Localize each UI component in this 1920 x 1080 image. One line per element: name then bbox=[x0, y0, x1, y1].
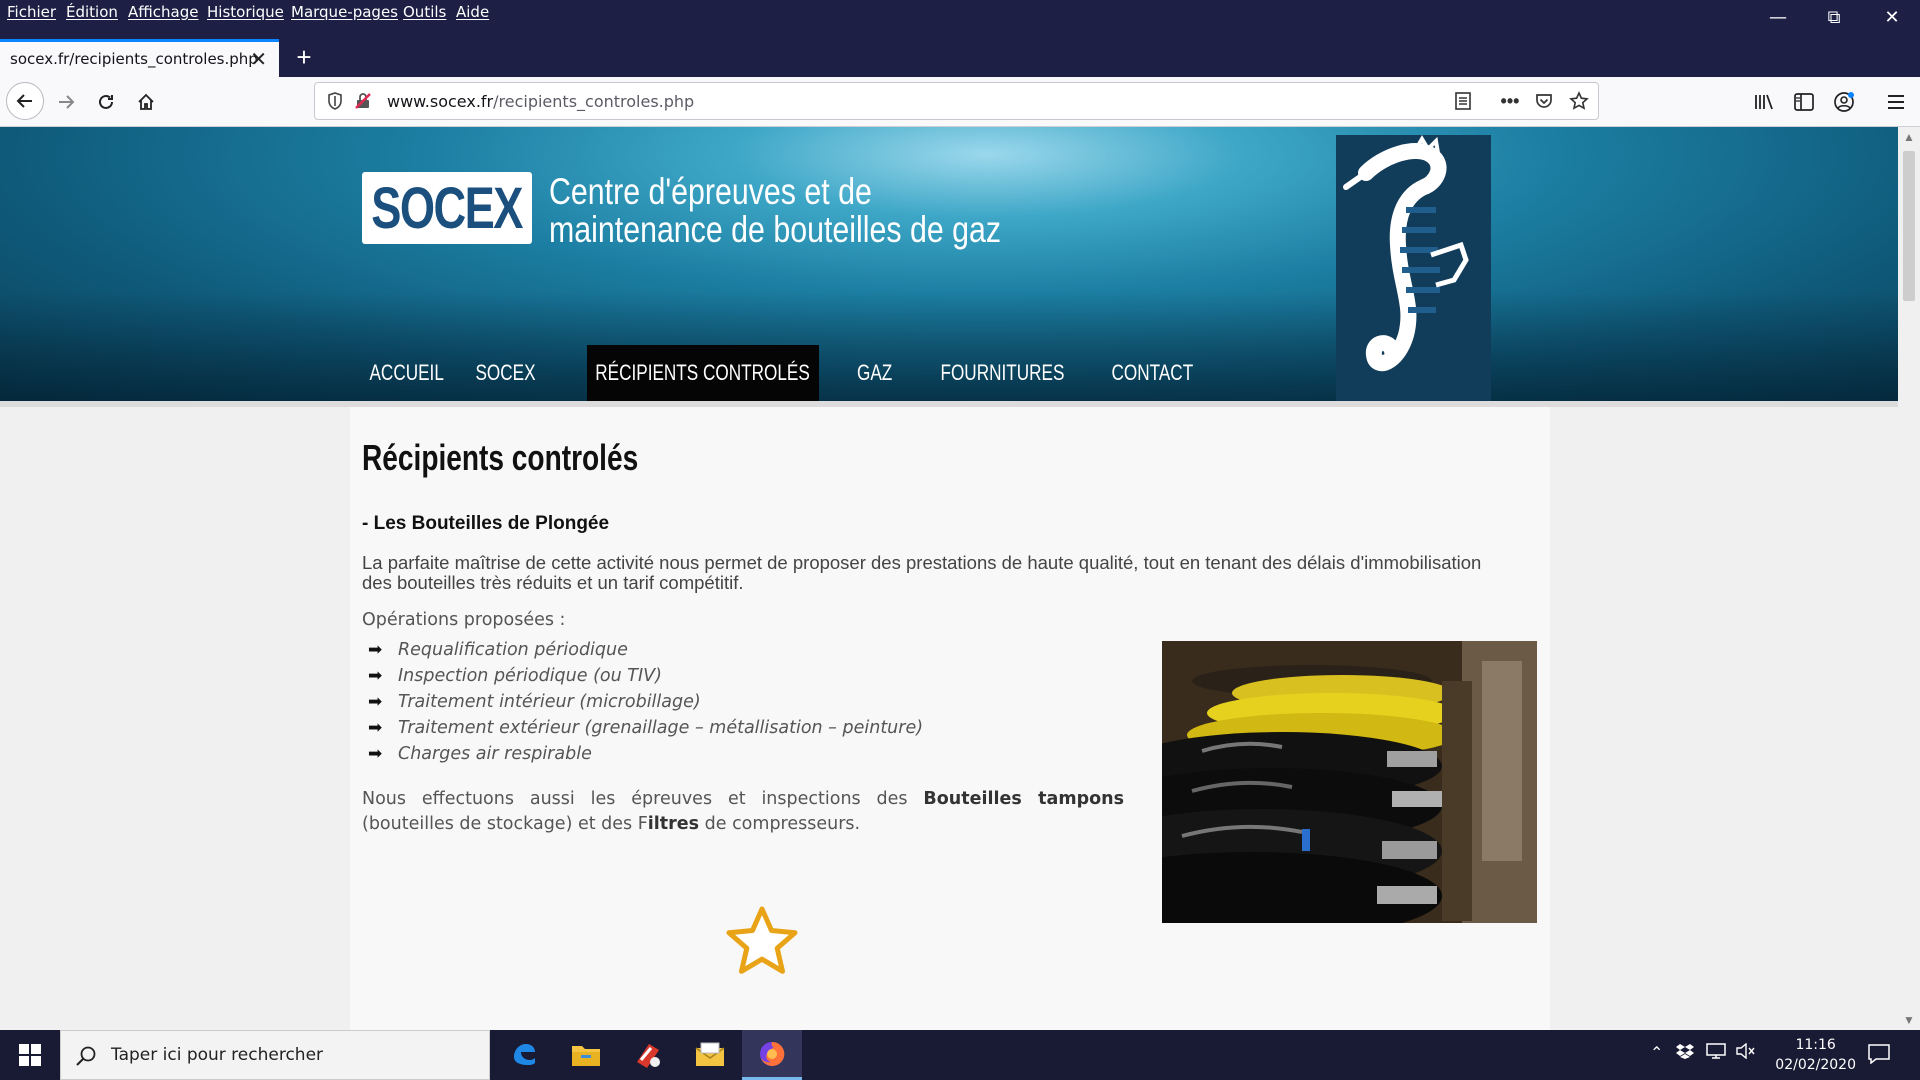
scroll-down-icon[interactable]: ▼ bbox=[1898, 1010, 1920, 1030]
taskbar-mail[interactable] bbox=[680, 1030, 740, 1080]
search-placeholder: Taper ici pour rechercher bbox=[111, 1045, 324, 1065]
list-item: ➡ Requalification périodique bbox=[368, 640, 628, 660]
tagline-line-1: Centre d'épreuves et de bbox=[549, 171, 872, 212]
tab-title: socex.fr/recipients_controles.php bbox=[10, 50, 258, 68]
site-logo[interactable]: SOCEX bbox=[362, 172, 532, 244]
insecure-lock-icon[interactable] bbox=[349, 87, 377, 115]
taskbar-edge[interactable] bbox=[494, 1030, 554, 1080]
menu-aide[interactable]: Aide bbox=[456, 3, 489, 21]
star-icon bbox=[720, 901, 804, 985]
url-text: www.socex.fr/recipients_controles.php bbox=[387, 92, 695, 111]
tray-chevron-up-icon[interactable]: ⌃ bbox=[1650, 1043, 1663, 1063]
menu-outils[interactable]: Outils bbox=[403, 3, 446, 21]
arrow-left-icon bbox=[16, 94, 32, 108]
menu-fichier[interactable]: Fichier bbox=[7, 3, 56, 21]
operations-list: ➡ Requalification périodique ➡ Inspection … bbox=[368, 637, 923, 767]
account-button[interactable] bbox=[1826, 84, 1862, 120]
extra-paragraph: Nous effectuons aussi les épreuves et in… bbox=[362, 789, 1125, 834]
taskbar-search[interactable]: Taper ici pour rechercher bbox=[60, 1030, 490, 1080]
taskbar-file-explorer[interactable] bbox=[556, 1030, 616, 1080]
reload-icon bbox=[99, 94, 113, 109]
sidebar-icon bbox=[1794, 93, 1814, 111]
sidebar-button[interactable] bbox=[1786, 84, 1822, 120]
back-button[interactable] bbox=[6, 82, 44, 120]
section-title: - Les Bouteilles de Plongée bbox=[362, 513, 610, 534]
arrow-right-icon: ➡ bbox=[368, 640, 383, 660]
site-tagline: Centre d'épreuves et de maintenance de b… bbox=[549, 173, 1008, 249]
app-red-icon bbox=[637, 1044, 660, 1068]
page-scrollbar[interactable]: ▲ ▼ bbox=[1898, 127, 1920, 1030]
seahorse-logo-icon bbox=[1336, 135, 1491, 401]
list-item: ➡ Traitement extérieur (grenaillage – mét… bbox=[368, 718, 924, 738]
operations-label: Opérations proposées : bbox=[362, 610, 566, 630]
new-tab-button[interactable]: + bbox=[286, 39, 322, 75]
network-icon[interactable] bbox=[1706, 1043, 1726, 1064]
list-item: ➡ Inspection périodique (ou TIV) bbox=[368, 666, 662, 686]
page-actions-icon[interactable]: ••• bbox=[1496, 87, 1524, 115]
hamburger-icon bbox=[1888, 95, 1904, 109]
nav-gaz[interactable]: GAZ bbox=[840, 345, 910, 401]
nav-socex[interactable]: SOCEX bbox=[466, 345, 546, 401]
page-title: Récipients controlés bbox=[362, 437, 639, 478]
dropbox-icon[interactable] bbox=[1676, 1043, 1694, 1064]
search-icon bbox=[76, 1046, 96, 1066]
arrow-right-icon: ➡ bbox=[368, 692, 383, 712]
start-button[interactable] bbox=[0, 1030, 60, 1080]
nav-accueil[interactable]: ACCUEIL bbox=[362, 345, 452, 401]
menu-marque-pages[interactable]: Marque-pages bbox=[291, 3, 398, 21]
library-button[interactable] bbox=[1746, 84, 1782, 120]
home-icon bbox=[138, 93, 154, 110]
home-button[interactable] bbox=[128, 84, 164, 120]
nav-recipients-controles[interactable]: RÉCIPIENTS CONTROLÉS bbox=[587, 345, 819, 401]
reload-button[interactable] bbox=[88, 84, 124, 120]
notifications-icon[interactable] bbox=[1868, 1044, 1890, 1069]
forward-button[interactable] bbox=[48, 84, 84, 120]
firefox-icon bbox=[760, 1041, 785, 1066]
arrow-right-icon: ➡ bbox=[368, 744, 383, 764]
menu-affichage[interactable]: Affichage bbox=[128, 3, 198, 21]
main-content: Récipients controlés - Les Bouteilles de… bbox=[350, 407, 1550, 1030]
nav-contact[interactable]: CONTACT bbox=[1092, 345, 1212, 401]
menu-edition[interactable]: Édition bbox=[66, 3, 118, 21]
bookmark-star-icon[interactable] bbox=[1565, 87, 1593, 115]
taskbar-clock[interactable]: 11:16 02/02/2020 bbox=[1775, 1035, 1856, 1075]
folder-icon bbox=[572, 1046, 600, 1066]
page-viewport: SOCEX Centre d'épreuves et de maintenanc… bbox=[0, 127, 1898, 1030]
menu-historique[interactable]: Historique bbox=[207, 3, 284, 21]
edge-icon bbox=[514, 1044, 535, 1065]
tracking-protection-icon[interactable] bbox=[321, 87, 349, 115]
url-bar[interactable]: www.socex.fr/recipients_controles.php ••… bbox=[314, 82, 1599, 120]
library-icon bbox=[1755, 94, 1773, 110]
clock-time: 11:16 bbox=[1795, 1037, 1836, 1053]
logo-text: SOCEX bbox=[371, 175, 524, 241]
scroll-thumb[interactable] bbox=[1903, 151, 1915, 301]
account-icon bbox=[1834, 92, 1854, 112]
arrow-right-icon: ➡ bbox=[368, 666, 383, 686]
diving-cylinders-photo bbox=[1162, 641, 1537, 923]
windows-logo-icon bbox=[19, 1044, 41, 1066]
nav-fournitures[interactable]: FOURNITURES bbox=[923, 345, 1081, 401]
scroll-up-icon[interactable]: ▲ bbox=[1898, 127, 1920, 147]
clock-date: 02/02/2020 bbox=[1775, 1057, 1856, 1073]
taskbar-firefox[interactable] bbox=[742, 1030, 802, 1080]
volume-muted-icon[interactable] bbox=[1736, 1042, 1756, 1064]
menu-bar: Fichier Édition Affichage Historique Mar… bbox=[0, 0, 1920, 28]
list-item: ➡ Traitement intérieur (microbillage) bbox=[368, 692, 701, 712]
arrow-right-icon bbox=[59, 95, 75, 109]
navigation-toolbar: www.socex.fr/recipients_controles.php ••… bbox=[0, 77, 1920, 127]
tab-close-icon[interactable]: ✕ bbox=[250, 47, 267, 72]
tab-strip: socex.fr/recipients_controles.php ✕ + bbox=[0, 27, 1920, 77]
mail-folder-icon bbox=[695, 1042, 725, 1066]
arrow-right-icon: ➡ bbox=[368, 718, 383, 738]
list-item: ➡ Charges air respirable bbox=[368, 744, 592, 764]
taskbar-app-red[interactable] bbox=[618, 1030, 678, 1080]
intro-paragraph: La parfaite maîtrise de cette activité n… bbox=[362, 552, 1482, 593]
tab-active[interactable]: socex.fr/recipients_controles.php ✕ bbox=[0, 39, 279, 77]
tagline-line-2: maintenance de bouteilles de gaz bbox=[549, 209, 1002, 250]
pocket-icon[interactable] bbox=[1530, 87, 1558, 115]
windows-taskbar: Taper ici pour rechercher ⌃ 11:16 02/02/… bbox=[0, 1030, 1920, 1080]
reader-view-icon[interactable] bbox=[1449, 87, 1477, 115]
hamburger-menu-button[interactable] bbox=[1878, 84, 1914, 120]
